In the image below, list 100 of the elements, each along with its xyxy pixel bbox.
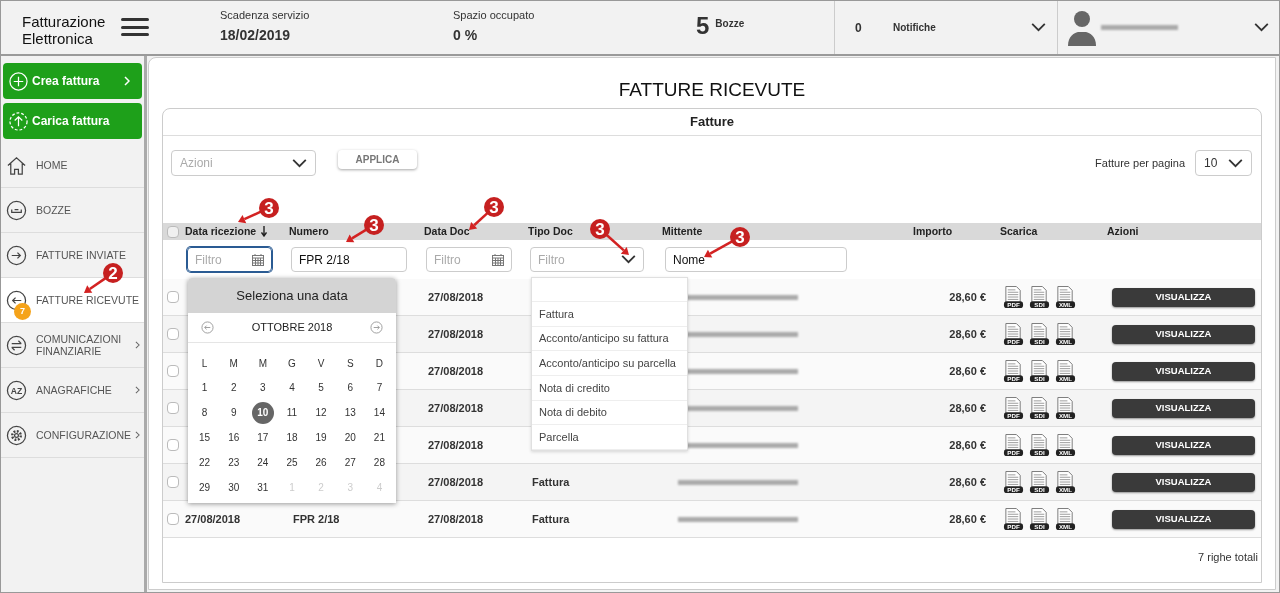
view-button[interactable]: VISUALIZZA [1112, 472, 1255, 492]
calendar-day[interactable]: 16 [222, 426, 245, 449]
dropdown-option[interactable]: Acconto/anticipo su fattura [532, 326, 687, 352]
dropdown-option[interactable]: Acconto/anticipo su parcella [532, 351, 687, 377]
checkbox[interactable] [167, 328, 179, 340]
checkbox[interactable] [167, 225, 179, 238]
table-cell: 28,60 € [949, 327, 986, 340]
calendar-day[interactable]: 21 [368, 426, 391, 449]
calendar-day[interactable]: 12 [310, 401, 333, 424]
calendar-day[interactable]: 3 [251, 376, 274, 399]
calendar-day[interactable]: 10 [251, 401, 274, 424]
weekday-label: G [288, 356, 296, 371]
table-cell: 27/08/2018 [428, 401, 484, 414]
sidebar-item[interactable]: FATTURE RICEVUTE 7 [1, 278, 144, 323]
calendar-day[interactable]: 26 [310, 451, 333, 474]
house-icon [6, 154, 27, 176]
weekday-label: M [258, 356, 267, 371]
count-badge: 7 [14, 303, 31, 320]
chevron-down-icon [292, 158, 307, 168]
filter-field[interactable]: FPR 2/18 [291, 247, 407, 272]
calendar-day[interactable]: 27 [339, 451, 362, 474]
calendar-day[interactable]: 4 [281, 376, 303, 399]
checkbox[interactable] [167, 402, 179, 414]
view-button[interactable]: VISUALIZZA [1112, 509, 1255, 529]
dropdown-option[interactable]: Nota di credito [532, 376, 687, 401]
calendar-day[interactable]: 29 [193, 476, 216, 499]
view-button[interactable]: VISUALIZZA [1112, 361, 1255, 381]
view-button[interactable]: VISUALIZZA [1112, 324, 1255, 344]
calendar-day[interactable]: 18 [281, 426, 303, 449]
notification-count: 0 [855, 19, 863, 37]
calendar-day[interactable]: 20 [339, 426, 362, 449]
dropdown-option[interactable]: Fattura [532, 302, 687, 327]
calendar-day[interactable]: 7 [368, 376, 391, 399]
menu-button[interactable] [121, 15, 149, 39]
table-cell: 27/08/2018 [428, 438, 484, 451]
calendar-day[interactable]: 6 [339, 376, 362, 399]
calendar-day[interactable]: 30 [222, 476, 245, 499]
calendar-day[interactable]: 19 [310, 426, 333, 449]
column-header[interactable]: Tipo Doc [528, 223, 573, 240]
exchange-circle-icon [6, 334, 27, 356]
previous-month-icon[interactable] [201, 321, 214, 334]
table-cell: 27/08/2018 [428, 512, 484, 525]
calendar-day[interactable]: 13 [339, 401, 362, 424]
view-button[interactable]: VISUALIZZA [1112, 287, 1255, 307]
calendar-day[interactable]: 14 [368, 401, 391, 424]
table-cell: 27/08/2018 [428, 364, 484, 377]
checkbox[interactable] [167, 513, 179, 525]
calendar-day[interactable]: 24 [251, 451, 274, 474]
per-page-select[interactable]: 10 [1195, 150, 1252, 176]
weekday-label: M [229, 356, 238, 371]
column-header[interactable]: Azioni [1107, 223, 1139, 240]
calendar-day[interactable]: 11 [281, 401, 303, 424]
calendar-day[interactable]: 8 [193, 401, 216, 424]
calendar-day[interactable]: 28 [368, 451, 391, 474]
weekday-label: S [346, 356, 354, 371]
next-month-icon[interactable] [370, 321, 383, 334]
column-header[interactable]: Data Doc [424, 223, 470, 240]
tray-icon [6, 199, 27, 221]
calendar-day[interactable]: 23 [222, 451, 245, 474]
drafts-label: Bozze [715, 17, 745, 31]
stat-value: 0 % [453, 26, 479, 45]
avatar-icon [1066, 9, 1098, 46]
column-header[interactable]: Numero [289, 223, 329, 240]
column-header[interactable]: Data ricezione [185, 223, 257, 240]
filter-field[interactable]: Nome [665, 247, 847, 272]
table-cell: 28,60 € [949, 364, 986, 377]
table-cell: 27/08/2018 [428, 327, 484, 340]
calendar-day[interactable]: 15 [193, 426, 216, 449]
table-cell: Fattura [532, 475, 570, 488]
dropdown-option[interactable]: Parcella [532, 425, 687, 451]
arrow-right-circle-icon [6, 244, 27, 266]
chevron-down-icon [1228, 158, 1243, 168]
apply-button[interactable]: APPLICA [338, 150, 417, 169]
calendar-icon [252, 253, 264, 266]
page-title: FATTURE RICEVUTE [617, 78, 807, 102]
checkbox[interactable] [167, 476, 179, 488]
column-header[interactable]: Scarica [1000, 223, 1038, 240]
view-button[interactable]: VISUALIZZA [1112, 398, 1255, 418]
card-title: Fatture [689, 113, 735, 132]
column-header[interactable]: Mittente [662, 223, 703, 240]
dropdown-option[interactable]: Nota di debito [532, 400, 687, 426]
calendar-day[interactable]: 31 [251, 476, 274, 499]
table-cell: 28,60 € [949, 290, 986, 303]
upload-circle-icon [9, 111, 28, 131]
month-label: OTTOBRE 2018 [251, 320, 333, 336]
calendar-day[interactable]: 1 [193, 376, 216, 399]
checkbox[interactable] [167, 365, 179, 377]
checkbox[interactable] [167, 439, 179, 451]
drafts-count: 5 [696, 10, 710, 41]
calendar-day[interactable]: 17 [251, 426, 274, 449]
calendar-day[interactable]: 5 [310, 376, 333, 399]
table-cell: 27/08/2018 [428, 475, 484, 488]
column-header[interactable]: Importo [913, 223, 953, 240]
view-button[interactable]: VISUALIZZA [1112, 435, 1255, 455]
calendar-day[interactable]: 2 [222, 376, 245, 399]
letters-circle-icon: AZ [6, 379, 27, 401]
calendar-day[interactable]: 22 [193, 451, 216, 474]
calendar-day[interactable]: 25 [281, 451, 303, 474]
checkbox[interactable] [167, 291, 179, 303]
calendar-day[interactable]: 9 [222, 401, 245, 424]
